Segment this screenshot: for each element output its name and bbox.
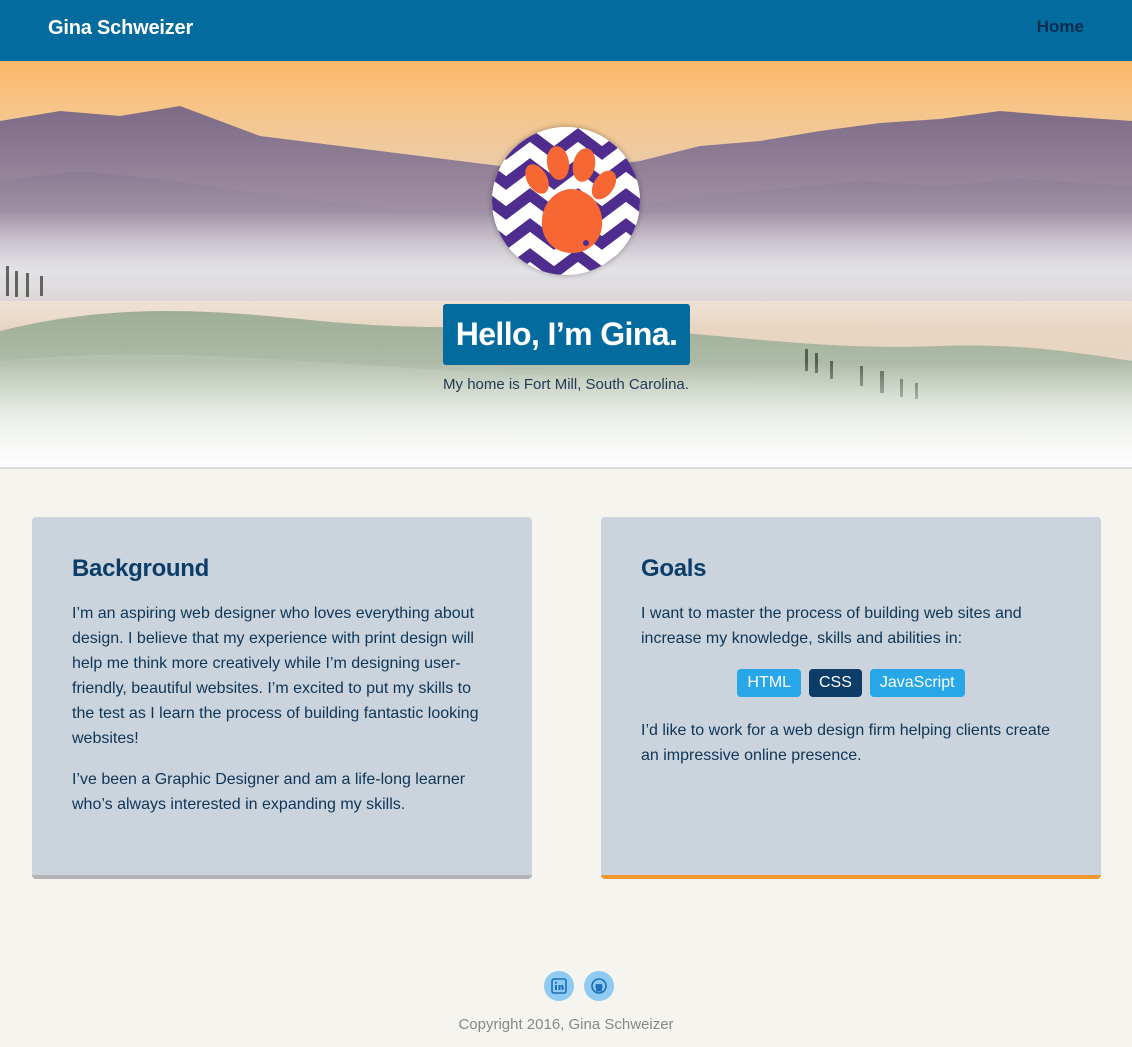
linkedin-icon — [551, 978, 567, 994]
greeting-heading: Hello, I’m Gina. — [455, 316, 678, 352]
site-brand[interactable]: Gina Schweizer — [48, 17, 193, 40]
goals-outro: I’d like to work for a web design firm h… — [641, 722, 1051, 764]
goals-title: Goals — [641, 555, 707, 582]
clemson-paw-icon — [492, 127, 640, 275]
background-paragraph-1: I’m an aspiring web designer who loves e… — [72, 605, 479, 747]
linkedin-link[interactable] — [544, 971, 574, 1001]
skill-tag-javascript: JavaScript — [869, 669, 965, 697]
background-title: Background — [72, 555, 210, 582]
background-paragraph-2: I’ve been a Graphic Designer and am a li… — [72, 771, 466, 813]
greeting-banner: Hello, I’m Gina. — [443, 304, 690, 365]
skill-tag-css: CSS — [808, 669, 862, 697]
github-icon — [591, 978, 607, 994]
copyright-text: Copyright 2016, Gina Schweizer — [458, 1016, 674, 1033]
github-link[interactable] — [584, 971, 614, 1001]
profile-avatar — [492, 127, 640, 275]
goals-intro: I want to master the process of building… — [641, 605, 1022, 647]
background-card: Background I’m an aspiring web designer … — [32, 517, 532, 879]
location-text: My home is Fort Mill, South Carolina. — [443, 376, 689, 393]
top-navbar: Gina Schweizer Home — [0, 0, 1132, 61]
hero-banner: Hello, I’m Gina. My home is Fort Mill, S… — [0, 61, 1132, 469]
nav-link-home[interactable]: Home — [1037, 17, 1084, 37]
goals-card: Goals I want to master the process of bu… — [601, 517, 1101, 879]
skill-tags: HTML CSS JavaScript — [641, 669, 1061, 697]
skill-tag-html: HTML — [737, 669, 801, 697]
